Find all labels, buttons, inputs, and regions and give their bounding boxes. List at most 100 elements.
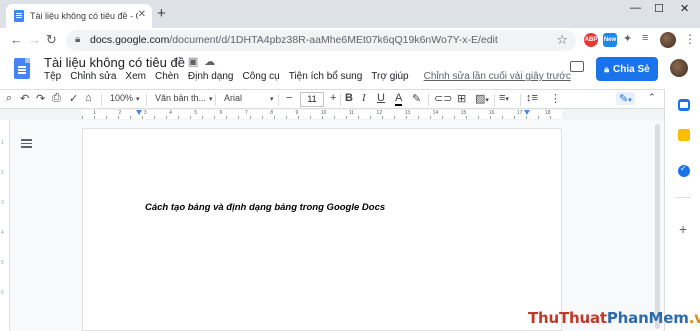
bold-icon[interactable]: B (345, 92, 353, 104)
ruler-number: 15 (460, 110, 467, 116)
align-icon[interactable]: ≡▾ (499, 92, 509, 104)
ruler-number: 11 (348, 110, 355, 116)
ruler-number: 2 (118, 110, 122, 116)
get-addons-icon[interactable]: + (679, 221, 687, 237)
account-avatar[interactable] (670, 59, 688, 77)
move-folder-icon[interactable]: ▣ (188, 55, 198, 68)
document-body-text[interactable]: Cách tạo bảng và định dạng bảng trong Go… (145, 202, 385, 213)
search-menus-icon[interactable]: ⌕ (6, 92, 12, 105)
font-size-input[interactable]: 11 (300, 92, 324, 107)
side-panel: + › (664, 89, 700, 331)
browser-tab-strip: Tài liệu không có tiêu đề - Goog ✕ + — ☐… (0, 0, 700, 28)
ruler-number: 18 (544, 110, 551, 116)
line-spacing-icon[interactable]: ↕≡ (526, 92, 538, 104)
undo-icon[interactable]: ↶ (20, 92, 29, 105)
increase-font-size-icon[interactable]: + (330, 92, 336, 104)
ruler-number: 4 (169, 110, 172, 116)
docs-favicon-icon (14, 10, 24, 22)
tab-title: Tài liệu không có tiêu đề - Goog (30, 11, 138, 21)
keep-icon[interactable] (678, 129, 690, 141)
more-options-icon[interactable]: ⋮ (550, 92, 561, 105)
paint-format-icon[interactable]: ⌂ (85, 92, 92, 104)
window-close-icon[interactable]: ✕ (680, 2, 689, 15)
document-page[interactable]: Cách tạo bảng và định dạng bảng trong Go… (82, 128, 562, 331)
ruler-number: 8 (270, 110, 273, 116)
lock-icon[interactable]: 🔒︎ (75, 34, 80, 45)
last-edit-link[interactable]: Chỉnh sửa lần cuối vài giây trước (424, 71, 571, 82)
editing-mode-icon[interactable]: ✎▾ (616, 92, 635, 105)
ruler-number: 6 (219, 110, 223, 116)
spellcheck-icon[interactable]: ✓ (69, 92, 78, 105)
address-bar[interactable]: 🔒︎ docs.google.com/document/d/1DHTA4pbz3… (66, 30, 576, 51)
collapse-menu-icon[interactable]: ⌃ (648, 92, 656, 103)
ruler-number: 5 (194, 110, 198, 116)
underline-icon[interactable]: U (377, 92, 385, 104)
browser-tab[interactable]: Tài liệu không có tiêu đề - Goog ✕ (6, 4, 152, 28)
bookmark-star-icon[interactable]: ☆ (556, 32, 568, 48)
minimize-icon[interactable]: — (630, 2, 641, 14)
forward-icon[interactable]: → (28, 32, 41, 47)
text-color-icon[interactable]: A (395, 92, 403, 106)
left-indent-marker[interactable] (136, 110, 142, 115)
browser-menu-icon[interactable]: ⋮ (684, 32, 696, 46)
document-outline-icon[interactable] (21, 139, 32, 150)
ruler-number: 12 (376, 110, 383, 116)
star-icon[interactable]: ☆ (172, 55, 182, 68)
menu-file[interactable]: Tệp (44, 71, 61, 82)
url-text[interactable]: docs.google.com/document/d/1DHTA4pbz38R-… (90, 34, 498, 46)
ruler-scale[interactable]: 1 2 3 4 5 6 7 8 9 10 11 12 13 14 15 16 17 18 (82, 110, 562, 119)
browser-profile-avatar[interactable] (660, 32, 676, 48)
highlight-icon[interactable]: ✎ (412, 92, 421, 105)
menu-addons[interactable]: Tiện ích bổ sung (289, 71, 363, 82)
maximize-icon[interactable]: ☐ (654, 2, 664, 15)
ruler-number: 3 (143, 110, 147, 116)
docs-menubar: Tệp Chỉnh sửa Xem Chèn Định dạng Công cụ… (44, 71, 580, 82)
zoom-select[interactable]: 100% ▾ (110, 93, 140, 103)
ruler-number: 9 (295, 110, 299, 116)
new-tab-button[interactable]: + (157, 5, 166, 22)
ruler-number: 17 (516, 110, 523, 116)
reading-list-icon[interactable]: ≡ (642, 32, 648, 44)
docs-logo-icon[interactable] (14, 58, 30, 79)
ruler-number: 10 (320, 110, 327, 116)
adblock-extension-icon[interactable]: ABP (584, 33, 598, 47)
ruler-number: 7 (244, 110, 248, 116)
share-lock-icon: 🔒︎ (604, 63, 610, 74)
cloud-saved-icon[interactable]: ☁ (204, 55, 215, 68)
right-indent-marker[interactable] (524, 110, 530, 115)
document-title[interactable]: Tài liệu không có tiêu đề (44, 55, 185, 70)
address-bar-row: ← → ↻ 🔒︎ docs.google.com/document/d/1DHT… (0, 28, 700, 53)
share-button[interactable]: 🔒︎ Chia Sẻ (596, 57, 658, 81)
back-icon[interactable]: ← (10, 32, 23, 47)
formatting-toolbar: ⌕ ↶ ↷ ⎙ ✓ ⌂ 100% ▾ Văn bản th... ▾ Arial ▾ … (0, 89, 664, 109)
italic-icon[interactable]: I (362, 92, 366, 104)
ruler-number: 16 (488, 110, 495, 116)
vertical-ruler: 1 2 3 4 5 6 (0, 120, 10, 331)
scrollbar-thumb[interactable] (655, 124, 660, 329)
docs-header: Tài liệu không có tiêu đề ☆ ▣ ☁ Tệp Chỉn… (0, 53, 700, 89)
menu-view[interactable]: Xem (125, 71, 146, 82)
insert-image-icon[interactable]: ▨▾ (475, 92, 489, 105)
font-select[interactable]: Arial ▾ (224, 93, 274, 103)
insert-link-icon[interactable]: ⊂⊃ (434, 92, 452, 105)
document-canvas: 1 2 3 4 5 6 Cách tạo bảng và định dạng b… (0, 120, 664, 331)
decrease-font-size-icon[interactable]: − (286, 92, 292, 104)
reload-icon[interactable]: ↻ (46, 32, 57, 48)
style-select[interactable]: Văn bản th... ▾ (155, 93, 213, 103)
menu-format[interactable]: Định dạng (188, 71, 234, 82)
ruler-number: 13 (404, 110, 411, 116)
new-extension-icon[interactable]: New (603, 33, 617, 47)
menu-tools[interactable]: Công cụ (242, 71, 279, 82)
menu-edit[interactable]: Chỉnh sửa (70, 71, 116, 82)
calendar-icon[interactable] (678, 99, 690, 111)
vertical-scrollbar[interactable] (655, 124, 661, 329)
redo-icon[interactable]: ↷ (36, 92, 45, 105)
comment-history-icon[interactable] (570, 61, 584, 72)
menu-help[interactable]: Trợ giúp (371, 71, 408, 82)
insert-comment-icon[interactable]: ⊞ (457, 92, 466, 105)
menu-insert[interactable]: Chèn (155, 71, 179, 82)
extensions-puzzle-icon[interactable]: ✦ (623, 32, 632, 45)
tasks-icon[interactable] (678, 164, 690, 177)
tab-close-icon[interactable]: ✕ (138, 9, 146, 20)
print-icon[interactable]: ⎙ (52, 92, 61, 105)
